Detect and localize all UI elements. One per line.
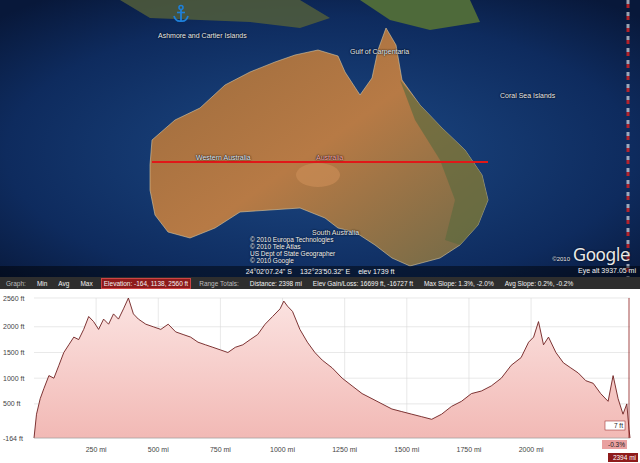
x-tick: 2000 mi [519,446,544,453]
x-tick: 1500 mi [394,446,419,453]
y-tick: 500 ft [3,400,21,407]
elevation-profile: Graph: Min Avg Max Elevation: -164, 1138, 25… [0,277,640,463]
graph-stat: Max Slope: 1.3%, -2.0% [421,278,497,289]
x-tick: 1250 mi [332,446,357,453]
longitude: 132°23'50.32" E [300,268,350,275]
elevation-series [34,298,630,438]
attribution-line: © 2010 Google [250,257,294,264]
cursor-slope: -0.3% [608,441,625,448]
elevation-area [34,298,630,438]
elevation-line [34,298,630,438]
x-tick: 1750 mi [456,446,481,453]
graph-stat: Range Totals: [196,278,242,289]
logo-name: Google [573,245,630,265]
y-tick: 2560 ft [3,295,24,302]
x-tick: 1000 mi [270,446,295,453]
attribution-line: © 2010 Europa Technologies [250,236,333,243]
graph-stat: Distance: 2398 mi [247,278,305,289]
graph-stat: Elev Gain/Loss: 16699 ft, -16727 ft [310,278,416,289]
graph-option[interactable]: Min [34,278,50,289]
map-label[interactable]: Gulf of Carpentaria [350,48,409,55]
graph-option[interactable]: Max [77,278,95,289]
graph-stat: Elevation: -164, 1138, 2560 ft [101,278,191,289]
latitude: 24°02'07.24" S [246,268,292,275]
pointer-elevation: elev 1739 ft [358,268,394,275]
y-tick: 1500 ft [3,349,24,356]
map-label[interactable]: Coral Sea Islands [500,92,555,99]
attribution-line: © 2010 Tele Atlas [250,243,301,250]
y-tick: -164 ft [3,435,23,442]
graph-header: Graph: Min Avg Max Elevation: -164, 1138, 25… [0,277,640,289]
x-tick: 500 mi [148,446,169,453]
status-bar: 24°02'07.24" S 132°23'50.32" E elev 1739 f… [0,266,640,277]
x-tick: 750 mi [210,446,231,453]
transect-path[interactable] [152,161,488,163]
logo-copyright: ©2010 [552,256,570,265]
y-tick: 2000 ft [3,323,24,330]
cursor[interactable]: 7 ft -0.3% 2394 mi [602,298,638,462]
attribution: © 2010 Europa Technologies© 2010 Tele At… [250,236,335,264]
map-label[interactable]: South Australia [312,229,359,236]
map-label[interactable]: Ashmore and Cartier Islands [158,32,247,39]
graph-stat: Graph: [3,278,29,289]
cursor-distance: 2394 mi [613,454,636,461]
attribution-line: US Dept of State Geographer [250,250,335,257]
globe-view[interactable]: Ashmore and Cartier Islands Gulf of Carpe… [0,0,640,277]
x-tick: 250 mi [86,446,107,453]
graph-stat: Avg Slope: 0.2%, -0.2% [502,278,577,289]
graph-option[interactable]: Avg [55,278,72,289]
eye-altitude: Eye alt 3937.05 mi [578,267,636,274]
elevation-chart[interactable]: 2560 ft 2000 ft 1500 ft 1000 ft 500 ft -164 f… [0,289,640,463]
grid-line [34,298,630,299]
google-earth-window: Ashmore and Cartier Islands Gulf of Carpe… [0,0,640,463]
map-label[interactable]: Australia [316,154,343,161]
y-tick: 1000 ft [3,375,24,382]
anchor-icon[interactable] [172,4,190,24]
google-logo: ©2010Google [552,245,630,265]
map-label[interactable]: Western Australia [196,154,251,161]
cursor-elevation: 7 ft [614,422,623,429]
